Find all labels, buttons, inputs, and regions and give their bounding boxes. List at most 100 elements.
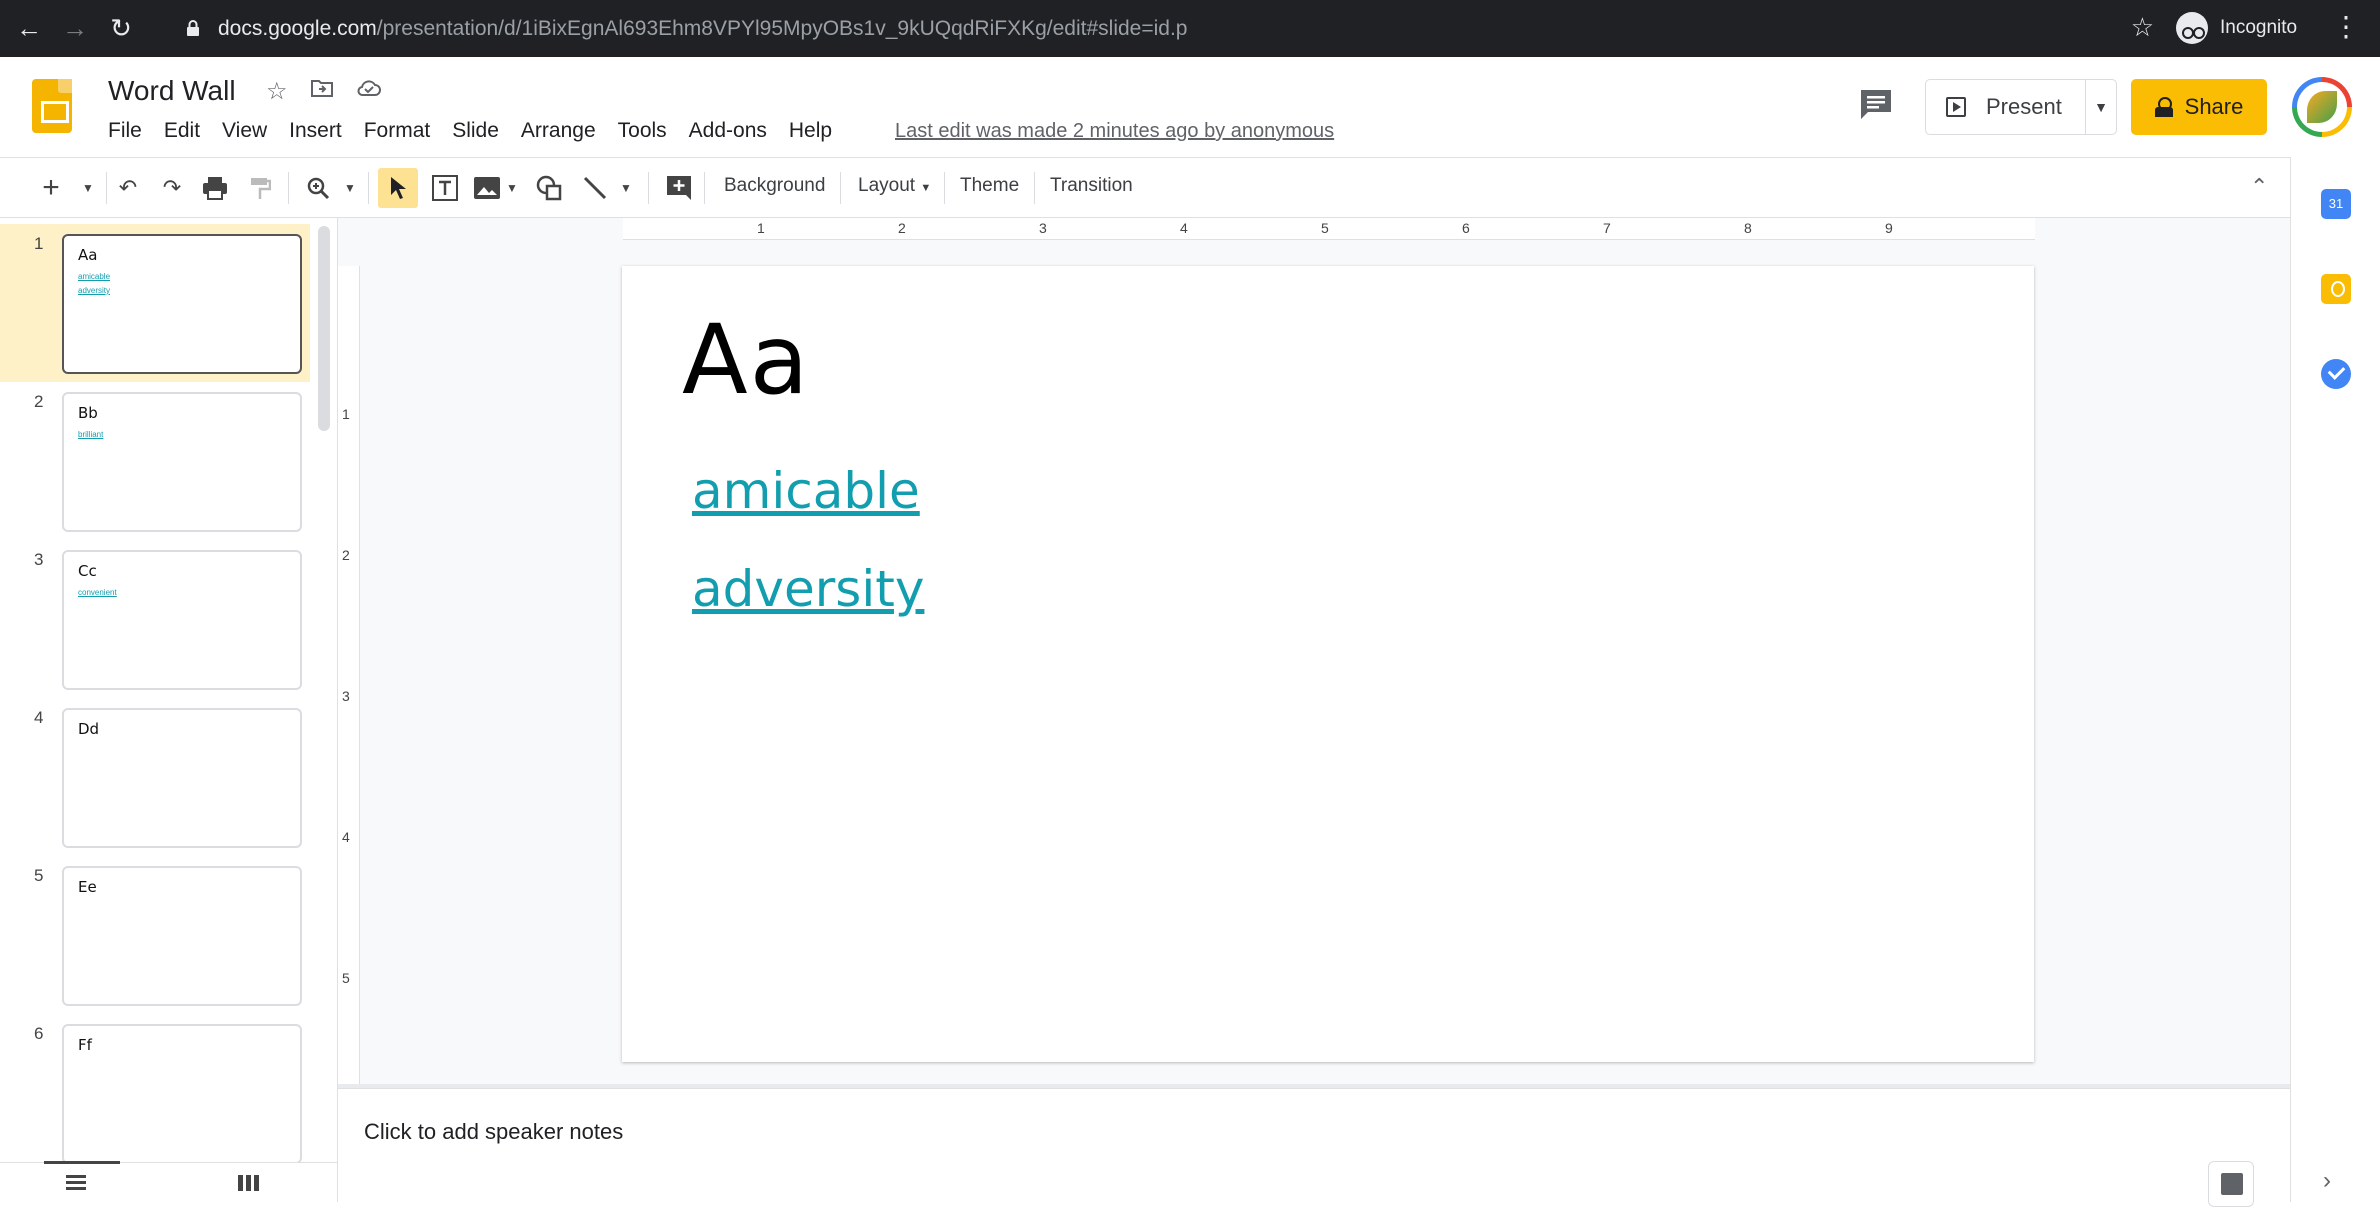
star-icon[interactable]: ☆	[266, 77, 288, 106]
filmstrip-scrollbar[interactable]	[318, 226, 330, 431]
filmstrip-view-icon[interactable]	[66, 1175, 86, 1191]
current-slide[interactable]: Aa amicable adversity	[622, 266, 2034, 1062]
speaker-notes-placeholder[interactable]: Click to add speaker notes	[364, 1119, 623, 1145]
slide-thumbnail[interactable]: Cc convenient	[62, 550, 302, 690]
explore-icon[interactable]	[2208, 1161, 2254, 1207]
print-icon[interactable]	[198, 170, 232, 206]
browser-toolbar: ← → ↻ docs.google.com/presentation/d/1iB…	[0, 0, 2380, 57]
thumbnail-title: Ff	[78, 1036, 92, 1054]
slide-title[interactable]: Aa	[682, 304, 811, 416]
forward-arrow-icon[interactable]: →	[58, 12, 92, 46]
select-tool-button[interactable]	[378, 168, 418, 208]
ruler-label: 6	[1462, 220, 1470, 236]
slide-thumbnail[interactable]: Dd	[62, 708, 302, 848]
toolbar-divider	[944, 172, 945, 204]
present-button-group: Present ▼	[1925, 79, 2117, 135]
menu-bar: File Edit View Insert Format Slide Arran…	[108, 119, 832, 143]
menu-edit[interactable]: Edit	[164, 119, 200, 143]
menu-file[interactable]: File	[108, 119, 142, 143]
image-icon[interactable]	[470, 170, 504, 206]
ruler-label: 3	[342, 688, 350, 704]
new-slide-plus-icon[interactable]: +	[36, 170, 66, 206]
bookmark-star-icon[interactable]: ☆	[2131, 12, 2154, 43]
side-panel: 31 ›	[2290, 157, 2380, 1202]
ruler-label: 2	[342, 547, 350, 563]
slide-word-link[interactable]: adversity	[692, 560, 924, 618]
menu-arrange[interactable]: Arrange	[521, 119, 596, 143]
account-avatar[interactable]	[2292, 77, 2352, 137]
ruler-label: 5	[342, 970, 350, 986]
tasks-icon[interactable]	[2321, 359, 2351, 389]
grid-view-icon[interactable]	[238, 1175, 260, 1191]
layout-button[interactable]: Layout ▼	[858, 175, 931, 197]
paint-format-icon[interactable]	[244, 170, 276, 206]
menu-insert[interactable]: Insert	[289, 119, 342, 143]
filmstrip-slide[interactable]: 5 Ee	[0, 856, 310, 1014]
address-bar[interactable]: docs.google.com/presentation/d/1iBixEgnA…	[164, 8, 2154, 49]
slide-number: 1	[34, 234, 44, 253]
keep-icon[interactable]	[2321, 274, 2351, 304]
comment-history-icon[interactable]	[1858, 87, 1894, 121]
slides-logo-icon[interactable]	[32, 79, 72, 133]
toolbar-divider	[840, 172, 841, 204]
present-dropdown-icon[interactable]: ▼	[2086, 99, 2116, 115]
last-edit-link[interactable]: Last edit was made 2 minutes ago by anon…	[895, 120, 1334, 143]
add-comment-icon[interactable]	[662, 170, 696, 206]
reload-icon[interactable]: ↻	[104, 12, 138, 46]
horizontal-ruler[interactable]: 1 2 3 4 5 6 7 8 9	[623, 218, 2035, 240]
slide-thumbnail[interactable]: Bb brilliant	[62, 392, 302, 532]
menu-slide[interactable]: Slide	[452, 119, 499, 143]
image-dropdown-icon[interactable]: ▼	[504, 170, 520, 206]
undo-icon[interactable]: ↶	[112, 170, 144, 206]
move-folder-icon[interactable]	[310, 77, 334, 99]
background-button[interactable]: Background	[724, 175, 825, 197]
ruler-label: 7	[1603, 220, 1611, 236]
present-button[interactable]: Present	[1926, 80, 2086, 134]
incognito-indicator[interactable]: Incognito	[2176, 12, 2297, 44]
back-arrow-icon[interactable]: ←	[12, 12, 46, 46]
transition-button[interactable]: Transition	[1050, 175, 1133, 197]
document-title[interactable]: Word Wall	[108, 75, 236, 107]
ruler-label: 8	[1744, 220, 1752, 236]
docs-header: Word Wall ☆ File Edit View Insert Format…	[0, 57, 2380, 157]
thumbnail-word: brilliant	[78, 430, 104, 439]
menu-addons[interactable]: Add-ons	[689, 119, 767, 143]
toolbar-divider	[1034, 172, 1035, 204]
slide-number: 6	[34, 1024, 44, 1043]
menu-format[interactable]: Format	[364, 119, 431, 143]
slide-thumbnail[interactable]: Ff	[62, 1024, 302, 1164]
menu-tools[interactable]: Tools	[618, 119, 667, 143]
zoom-icon[interactable]	[302, 170, 334, 206]
theme-button[interactable]: Theme	[960, 175, 1019, 197]
new-slide-dropdown-icon[interactable]: ▼	[78, 170, 98, 206]
slide-number: 3	[34, 550, 44, 569]
slide-thumbnail[interactable]: Ee	[62, 866, 302, 1006]
calendar-icon[interactable]: 31	[2321, 189, 2351, 219]
speaker-notes[interactable]: Click to add speaker notes	[338, 1088, 2290, 1207]
text-box-icon[interactable]	[428, 170, 462, 206]
url-text: docs.google.com/presentation/d/1iBixEgnA…	[218, 17, 1188, 40]
shape-icon[interactable]	[532, 170, 566, 206]
slide-number: 2	[34, 392, 44, 411]
browser-menu-icon[interactable]: ⋮	[2332, 10, 2360, 44]
present-icon	[1946, 97, 1966, 117]
filmstrip-slide[interactable]: 2 Bb brilliant	[0, 382, 310, 540]
share-button[interactable]: Share	[2131, 79, 2267, 135]
filmstrip-slide[interactable]: 1 Aa amicable adversity	[0, 224, 310, 382]
collapse-toolbar-icon[interactable]: ⌃	[2250, 174, 2268, 200]
vertical-ruler[interactable]: 1 2 3 4 5	[338, 266, 360, 1088]
slide-thumbnail[interactable]: Aa amicable adversity	[62, 234, 302, 374]
zoom-dropdown-icon[interactable]: ▼	[340, 170, 360, 206]
menu-view[interactable]: View	[222, 119, 267, 143]
lock-icon	[187, 20, 199, 36]
filmstrip-slide[interactable]: 3 Cc convenient	[0, 540, 310, 698]
menu-help[interactable]: Help	[789, 119, 832, 143]
filmstrip-slide[interactable]: 4 Dd	[0, 698, 310, 856]
line-dropdown-icon[interactable]: ▼	[618, 170, 634, 206]
expand-side-panel-icon[interactable]: ›	[2323, 1167, 2331, 1195]
cloud-status-icon[interactable]	[356, 77, 382, 99]
redo-icon[interactable]: ↷	[156, 170, 188, 206]
line-icon[interactable]	[578, 170, 612, 206]
slide-word-link[interactable]: amicable	[692, 462, 920, 520]
filmstrip-slide[interactable]: 6 Ff	[0, 1014, 310, 1172]
